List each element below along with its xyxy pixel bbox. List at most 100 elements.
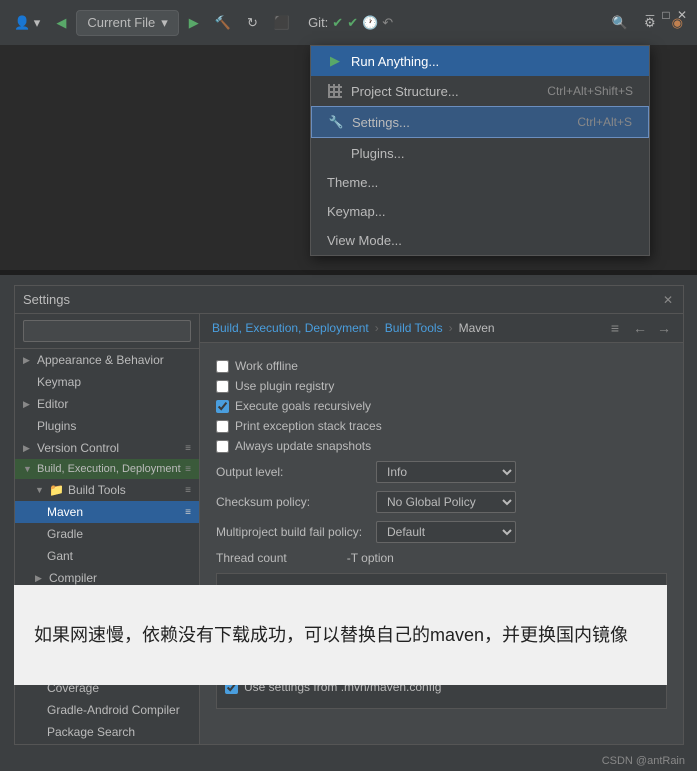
expand-editor-icon xyxy=(23,399,33,410)
breadcrumb-bar: Build, Execution, Deployment › Build Too… xyxy=(200,314,683,343)
buildtools-badge: ≡ xyxy=(185,485,191,496)
breadcrumb-sep2: › xyxy=(449,321,453,335)
sidebar-item-gant[interactable]: Gant xyxy=(15,545,199,567)
use-plugin-registry-row: Use plugin registry xyxy=(216,379,667,393)
view-mode-menu-item[interactable]: View Mode... xyxy=(311,226,649,255)
work-offline-checkbox[interactable] xyxy=(216,360,229,373)
plugins-menu-item[interactable]: Plugins... xyxy=(311,138,649,168)
annotation-box: 如果网速慢，依赖没有下载成功，可以替换自己的maven，并更换国内镜像 xyxy=(14,585,667,685)
thread-count-row: Thread count -T option xyxy=(216,551,667,565)
sidebar-packagesearch-label: Package Search xyxy=(47,725,135,739)
keymap-label: Keymap... xyxy=(327,204,386,219)
work-offline-label: Work offline xyxy=(235,359,298,373)
close-button[interactable]: ✕ xyxy=(675,8,689,22)
use-plugin-registry-label: Use plugin registry xyxy=(235,379,334,393)
sidebar-item-gradle-android[interactable]: Gradle-Android Compiler xyxy=(15,699,199,721)
top-section: ─ □ ✕ 👤 ▾ ◀ Current File ▶ 🔨 ↻ ⬛ Git: ✔ … xyxy=(0,0,697,270)
chevron-down-icon xyxy=(161,15,168,31)
search-box xyxy=(15,314,199,349)
build-button[interactable]: 🔨 xyxy=(209,11,237,35)
sidebar-item-build-execution[interactable]: Build, Execution, Deployment ≡ xyxy=(15,459,199,479)
breadcrumb-buildtools[interactable]: Build Tools xyxy=(385,321,443,335)
settings-search-input[interactable] xyxy=(23,320,191,342)
sidebar-vc-label: Version Control xyxy=(37,441,119,455)
settings-shortcut: Ctrl+Alt+S xyxy=(577,115,632,129)
sidebar-build-label: Build, Execution, Deployment xyxy=(37,463,181,475)
breadcrumb-expand-icon[interactable]: ≡ xyxy=(611,320,619,336)
current-file-button[interactable]: Current File xyxy=(76,10,178,36)
build-badge: ≡ xyxy=(185,464,191,475)
theme-label: Theme... xyxy=(327,175,378,190)
run-anything-menu-item[interactable]: ▶ Run Anything... xyxy=(311,46,649,76)
sidebar-buildtools-label: Build Tools xyxy=(68,483,126,497)
sidebar-plugins-label: Plugins xyxy=(37,419,76,433)
git-check-icon: ✔ xyxy=(332,15,343,31)
multiproject-policy-select[interactable]: Default xyxy=(376,521,516,543)
view-mode-label: View Mode... xyxy=(327,233,402,248)
sidebar-item-gradle[interactable]: Gradle xyxy=(15,523,199,545)
sidebar-item-appearance[interactable]: Appearance & Behavior xyxy=(15,349,199,371)
sidebar-item-editor[interactable]: Editor xyxy=(15,393,199,415)
t-option-label: -T option xyxy=(347,551,394,565)
checksum-policy-row: Checksum policy: No Global Policy Fail W… xyxy=(216,491,667,513)
sidebar-gradleandroid-label: Gradle-Android Compiler xyxy=(47,703,180,717)
multiproject-policy-label: Multiproject build fail policy: xyxy=(216,525,376,539)
git-section: Git: ✔ ✔ 🕐 ↶ xyxy=(308,15,393,31)
sidebar-item-keymap[interactable]: Keymap xyxy=(15,371,199,393)
expand-plugins-icon xyxy=(23,421,33,432)
minimize-button[interactable]: ─ xyxy=(643,8,657,22)
run-anything-label: Run Anything... xyxy=(351,54,439,69)
always-update-label: Always update snapshots xyxy=(235,439,371,453)
project-structure-menu-item[interactable]: Project Structure... Ctrl+Alt+Shift+S xyxy=(311,76,649,106)
sidebar-gradle-label: Gradle xyxy=(47,527,83,541)
execute-goals-row: Execute goals recursively xyxy=(216,399,667,413)
multiproject-policy-row: Multiproject build fail policy: Default xyxy=(216,521,667,543)
plugins-icon xyxy=(327,145,343,161)
run-anything-icon: ▶ xyxy=(327,53,343,69)
git-label: Git: xyxy=(308,15,328,30)
theme-menu-item[interactable]: Theme... xyxy=(311,168,649,197)
git-clock-icon: 🕐 xyxy=(362,15,378,31)
search-everywhere-button[interactable]: 🔍 xyxy=(606,11,634,35)
project-structure-icon xyxy=(327,83,343,99)
use-plugin-registry-checkbox[interactable] xyxy=(216,380,229,393)
keymap-menu-item[interactable]: Keymap... xyxy=(311,197,649,226)
print-exception-row: Print exception stack traces xyxy=(216,419,667,433)
sidebar-item-maven[interactable]: Maven ≡ xyxy=(15,501,199,523)
breadcrumb-forward-icon[interactable]: → xyxy=(657,320,671,336)
breadcrumb-sep1: › xyxy=(375,321,379,335)
sidebar-item-required-plugins[interactable]: Required Plugins xyxy=(15,743,199,744)
checksum-policy-select[interactable]: No Global Policy Fail Warn Ignore xyxy=(376,491,516,513)
user-menu-button[interactable]: 👤 ▾ xyxy=(8,11,46,35)
expand-compiler-icon xyxy=(35,573,45,584)
sidebar-keymap-label: Keymap xyxy=(37,375,81,389)
settings-label: Settings... xyxy=(352,115,410,130)
git-undo-icon: ↶ xyxy=(382,15,393,31)
sidebar-item-plugins[interactable]: Plugins xyxy=(15,415,199,437)
settings-menu-item[interactable]: Settings... Ctrl+Alt+S xyxy=(311,106,649,138)
back-button[interactable]: ◀ xyxy=(50,11,72,35)
stop-button[interactable]: ⬛ xyxy=(268,11,296,35)
execute-goals-checkbox[interactable] xyxy=(216,400,229,413)
print-exception-checkbox[interactable] xyxy=(216,420,229,433)
maven-badge: ≡ xyxy=(185,507,191,518)
expand-appearance-icon xyxy=(23,355,33,366)
always-update-checkbox[interactable] xyxy=(216,440,229,453)
sidebar-item-package-search[interactable]: Package Search xyxy=(15,721,199,743)
sidebar-item-build-tools[interactable]: 📁 Build Tools ≡ xyxy=(15,479,199,501)
output-level-select[interactable]: Info Debug Error xyxy=(376,461,516,483)
output-level-row: Output level: Info Debug Error xyxy=(216,461,667,483)
settings-close-button[interactable]: ✕ xyxy=(661,293,675,307)
maximize-button[interactable]: □ xyxy=(659,8,673,22)
breadcrumb-maven: Maven xyxy=(459,321,495,335)
breadcrumb-build[interactable]: Build, Execution, Deployment xyxy=(212,321,369,335)
run-button[interactable]: ▶ xyxy=(183,11,205,35)
sync-button[interactable]: ↻ xyxy=(241,11,264,35)
annotation-text: 如果网速慢，依赖没有下载成功，可以替换自己的maven，并更换国内镜像 xyxy=(34,622,628,649)
main-toolbar: 👤 ▾ ◀ Current File ▶ 🔨 ↻ ⬛ Git: ✔ ✔ 🕐 ↶ … xyxy=(0,0,697,45)
execute-goals-label: Execute goals recursively xyxy=(235,399,371,413)
output-level-label: Output level: xyxy=(216,465,376,479)
always-update-row: Always update snapshots xyxy=(216,439,667,453)
sidebar-item-version-control[interactable]: Version Control ≡ xyxy=(15,437,199,459)
breadcrumb-back-icon[interactable]: ← xyxy=(633,320,647,336)
